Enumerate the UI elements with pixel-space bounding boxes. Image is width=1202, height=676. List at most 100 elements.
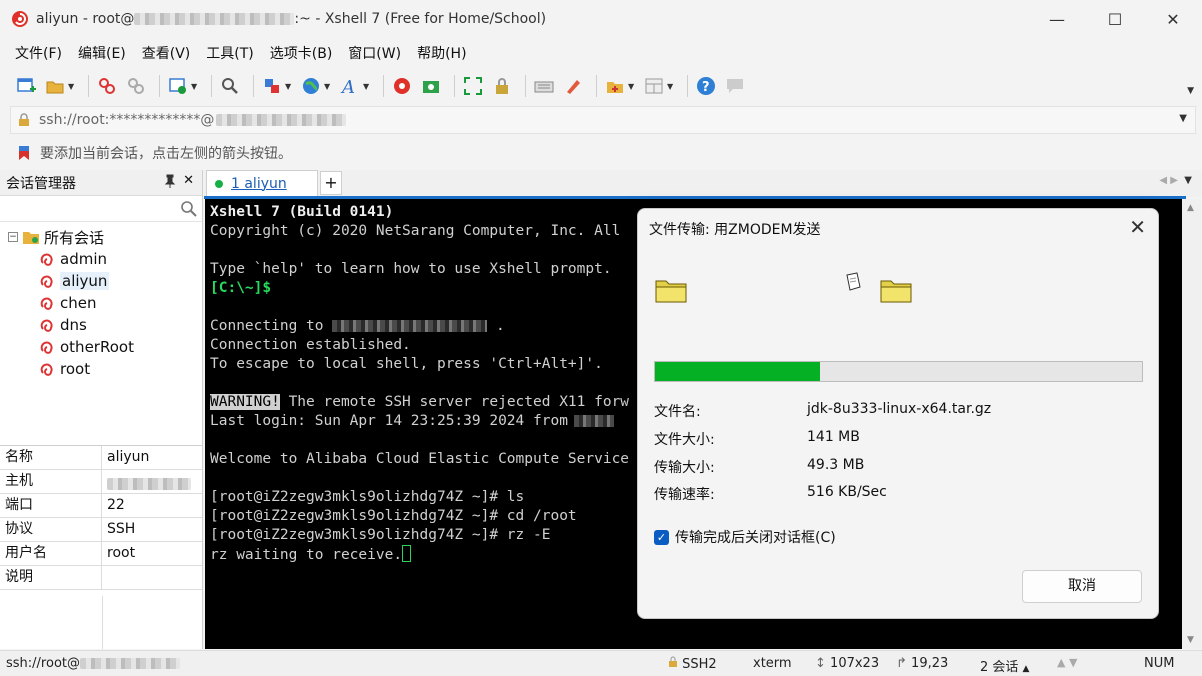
disconnect-icon[interactable]	[124, 74, 148, 98]
menu-file[interactable]: 文件(F)	[10, 41, 67, 67]
toolbar-divider	[525, 75, 526, 97]
address-bar[interactable]: ssh://root:*************@ ▼	[10, 106, 1196, 134]
chevron-down-icon[interactable]: ▼	[1179, 113, 1187, 124]
font-icon[interactable]: A	[338, 74, 362, 98]
close-pane-button[interactable]: ✕	[183, 173, 194, 188]
session-settings-icon[interactable]	[166, 74, 190, 98]
redacted-ip	[573, 415, 614, 427]
highlight-icon[interactable]	[561, 74, 585, 98]
tab-nav-arrows[interactable]: ◀ ▶ ▼	[1159, 175, 1192, 186]
chevron-down-icon[interactable]: ▼	[68, 82, 76, 91]
menu-view[interactable]: 查看(V)	[137, 41, 196, 67]
property-row: 说明	[0, 566, 202, 590]
property-row: 用户名 root	[0, 542, 202, 566]
toolbar-overflow-icon[interactable]: ▼	[1187, 86, 1194, 96]
session-properties: 名称 aliyun 主机 端口 22 协议 SSH 用户名 root 说明	[0, 445, 202, 590]
toolbar: ▼ ▼ ▼ ▼ A ▼ ▼ ▼ ?	[0, 70, 1202, 102]
bookmark-arrow-icon[interactable]	[16, 145, 32, 161]
transfer-rate-label: 传输速率:	[654, 487, 715, 503]
tab-aliyun[interactable]: 1 aliyun	[206, 170, 318, 197]
xshell-icon[interactable]	[390, 74, 414, 98]
lock-icon	[19, 113, 29, 126]
terminal-scrollbar[interactable]: ▲ ▼	[1182, 199, 1202, 649]
toolbar-divider	[687, 75, 688, 97]
fullscreen-icon[interactable]	[461, 74, 485, 98]
session-icon	[40, 275, 53, 288]
session-search-input[interactable]	[0, 196, 202, 222]
status-nav-arrows[interactable]: ▲ ▼	[1057, 656, 1077, 669]
menu-tabs[interactable]: 选项卡(B)	[265, 41, 338, 67]
chat-icon[interactable]	[723, 74, 747, 98]
menu-help[interactable]: 帮助(H)	[412, 41, 471, 67]
hint-text: 要添加当前会话，点击左侧的箭头按钮。	[40, 146, 292, 162]
session-item-admin[interactable]: admin	[0, 248, 202, 270]
session-item-aliyun[interactable]: aliyun	[0, 270, 202, 292]
redacted-host	[332, 320, 488, 332]
status-cursor-pos: ↱ 19,23	[896, 656, 949, 671]
status-session-count[interactable]: 2 会话 ▲	[980, 656, 1029, 675]
redacted-host	[80, 658, 180, 669]
cancel-button[interactable]: 取消	[1022, 570, 1142, 603]
menu-edit[interactable]: 编辑(E)	[73, 41, 131, 67]
add-folder-icon[interactable]	[603, 74, 627, 98]
help-icon[interactable]: ?	[694, 74, 718, 98]
session-icon	[40, 297, 53, 310]
maximize-button[interactable]: ☐	[1086, 0, 1144, 38]
session-icon	[40, 319, 53, 332]
window-title: aliyun - root@:~ - Xshell 7 (Free for Ho…	[36, 11, 547, 27]
scroll-down-icon[interactable]: ▼	[1187, 635, 1194, 645]
toolbar-divider	[454, 75, 455, 97]
lock-icon[interactable]	[490, 74, 514, 98]
new-tab-button[interactable]: +	[320, 171, 342, 195]
xftp-icon[interactable]	[419, 74, 443, 98]
close-window-button[interactable]: ✕	[1144, 0, 1202, 38]
session-item-dns[interactable]: dns	[0, 314, 202, 336]
chevron-down-icon[interactable]: ▼	[628, 82, 636, 91]
status-bar: ssh://root@ SSH2 xterm ↕ 107x23 ↱ 19,23 …	[0, 650, 1202, 676]
chevron-down-icon[interactable]: ▼	[667, 82, 675, 91]
file-size-value: 141 MB	[807, 429, 860, 445]
transfer-icon[interactable]	[260, 74, 284, 98]
minimize-button[interactable]: —	[1028, 0, 1086, 38]
session-manager-title: 会话管理器	[6, 175, 76, 192]
new-session-icon[interactable]	[14, 74, 38, 98]
scroll-up-icon[interactable]: ▲	[1187, 203, 1194, 213]
close-when-done-checkbox[interactable]: ✓	[654, 529, 669, 545]
xshell-window: aliyun - root@:~ - Xshell 7 (Free for Ho…	[0, 0, 1202, 676]
layout-icon[interactable]	[642, 74, 666, 98]
status-size: ↕ 107x23	[815, 656, 880, 671]
chevron-down-icon[interactable]: ▼	[363, 82, 371, 91]
session-icon	[40, 253, 53, 266]
session-item-root[interactable]: root	[0, 358, 202, 380]
chevron-down-icon[interactable]: ▼	[285, 82, 293, 91]
session-item-otherroot[interactable]: otherRoot	[0, 336, 202, 358]
session-tree: − 所有会话 admin aliyun chen dns otherRoot r…	[0, 222, 202, 380]
search-icon[interactable]	[180, 200, 198, 222]
chevron-down-icon[interactable]: ▼	[191, 82, 199, 91]
keyboard-icon[interactable]	[532, 74, 556, 98]
open-folder-icon[interactable]	[43, 74, 67, 98]
tree-root-all-sessions[interactable]: − 所有会话	[0, 226, 202, 248]
property-row: 主机	[0, 470, 202, 494]
status-protocol: SSH2	[668, 656, 717, 672]
connect-icon[interactable]	[95, 74, 119, 98]
transferred-label: 传输大小:	[654, 460, 715, 476]
collapse-icon[interactable]: −	[8, 232, 18, 242]
zmodem-transfer-dialog: 文件传输: 用ZMODEM发送 ✕ 文件名: jdk-8u333-linux-x…	[637, 208, 1159, 619]
menu-tools[interactable]: 工具(T)	[201, 41, 258, 67]
close-when-done-option[interactable]: ✓ 传输完成后关闭对话框(C)	[654, 527, 836, 547]
pin-icon[interactable]	[164, 174, 176, 191]
transfer-rate-value: 516 KB/Sec	[807, 484, 887, 500]
properties-empty-area	[0, 596, 202, 649]
dialog-close-button[interactable]: ✕	[1129, 215, 1146, 239]
destination-folder-icon	[880, 280, 912, 303]
find-icon[interactable]	[218, 74, 242, 98]
file-name-value: jdk-8u333-linux-x64.tar.gz	[807, 401, 992, 417]
chevron-down-icon[interactable]: ▼	[324, 82, 332, 91]
toolbar-divider	[88, 75, 89, 97]
property-row: 协议 SSH	[0, 518, 202, 542]
session-item-chen[interactable]: chen	[0, 292, 202, 314]
folder-icon	[23, 232, 39, 244]
menu-window[interactable]: 窗口(W)	[343, 41, 406, 67]
globe-icon[interactable]	[299, 74, 323, 98]
